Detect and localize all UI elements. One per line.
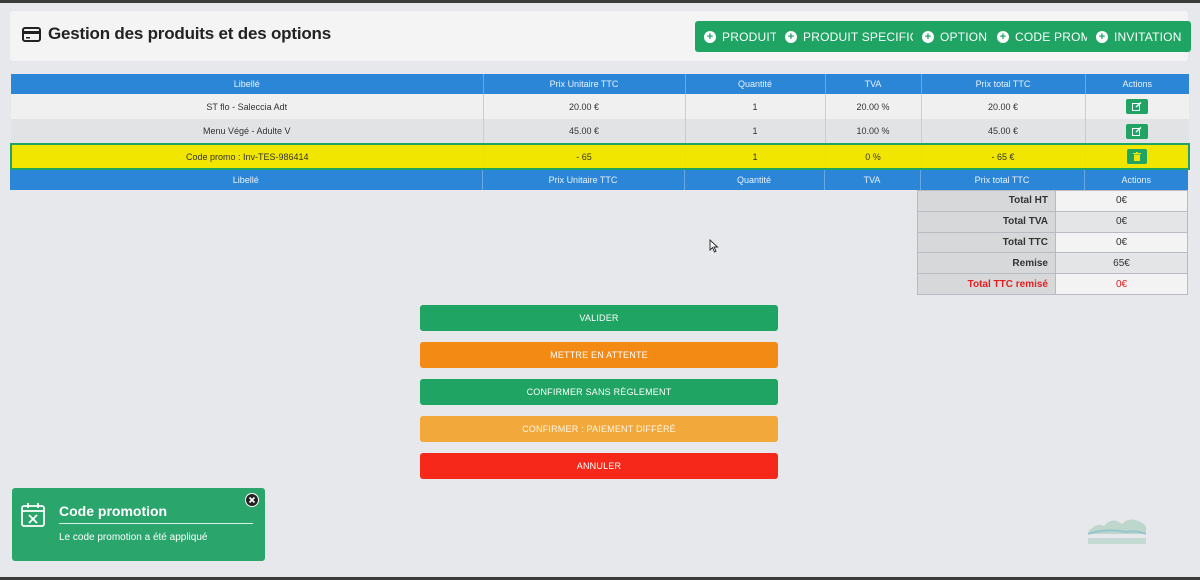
edit-icon [1132, 126, 1142, 136]
page-title: Gestion des produits et des options [48, 24, 331, 43]
total-ttc-remise-row: Total TTC remisé 0€ [917, 273, 1188, 295]
column-header[interactable]: Quantité [685, 74, 826, 94]
total-ttc-row: Total TTC 0€ [917, 231, 1188, 254]
total-value: 0€ [1055, 210, 1188, 233]
annuler-button[interactable]: ANNULER [420, 453, 778, 479]
total-value: 65€ [1055, 252, 1188, 275]
remise-row: Remise 65€ [917, 252, 1188, 275]
edit-icon [1132, 102, 1142, 111]
cell-prix-unitaire: 20.00 € [483, 94, 686, 119]
total-label: Remise [917, 252, 1056, 275]
edit-button[interactable] [1126, 99, 1149, 114]
column-header[interactable]: TVA [825, 74, 922, 94]
cell-actions [1085, 94, 1189, 119]
mettre-en-attente-button[interactable]: METTRE EN ATTENTE [420, 342, 778, 368]
add-invitation-button[interactable]: + INVITATION [1087, 21, 1191, 52]
total-tva-row: Total TVA 0€ [917, 210, 1188, 233]
total-label: Total HT [917, 190, 1056, 212]
plus-circle-icon: + [704, 30, 716, 43]
table-row: ST flo - Saleccia Adt 20.00 € 1 20.00 % … [11, 94, 1189, 119]
add-option-button[interactable]: + OPTION [913, 21, 997, 52]
valider-button[interactable]: VALIDER [420, 305, 778, 331]
total-label: Total TVA [917, 210, 1056, 233]
cell-quantite: 1 [685, 119, 826, 144]
toast-title: Code promotion [59, 503, 168, 519]
table-row: Menu Végé - Adulte V 45.00 € 1 10.00 % 4… [11, 119, 1189, 144]
products-table-footer: Libellé Prix Unitaire TTC Quantité TVA P… [10, 170, 1188, 190]
close-icon [246, 494, 258, 506]
trash-icon [1132, 152, 1141, 161]
confirmer-sans-reglement-button[interactable]: CONFIRMER SANS RÈGLEMENT [420, 379, 778, 405]
column-footer: TVA [824, 170, 921, 190]
cell-prix-unitaire: - 65 [483, 143, 686, 170]
mouse-cursor-icon [709, 238, 719, 258]
cell-tva: 20.00 % [825, 94, 922, 119]
total-value: 0€ [1055, 190, 1188, 212]
window-top-border [0, 0, 1200, 3]
cell-prix-total: 45.00 € [921, 119, 1086, 144]
column-footer: Libellé [10, 170, 483, 190]
cell-libelle: Code promo : Inv-TES-986414 [10, 143, 484, 170]
toast-notification: Code promotion Le code promotion a été a… [12, 488, 265, 561]
cell-actions [1085, 143, 1190, 170]
button-label: OPTION [940, 29, 988, 44]
cell-quantite: 1 [685, 143, 826, 170]
cell-libelle: Menu Végé - Adulte V [11, 119, 484, 144]
cell-prix-total: - 65 € [921, 143, 1086, 170]
totals-table: Total HT 0€ Total TVA 0€ Total TTC 0€ Re… [917, 190, 1188, 295]
page-header: Gestion des produits et des options + PR… [10, 11, 1191, 61]
button-label: PRODUIT [722, 29, 778, 44]
cell-tva: 10.00 % [825, 119, 922, 144]
brand-logo [1086, 512, 1148, 553]
plus-circle-icon: + [922, 30, 934, 43]
cell-prix-total: 20.00 € [921, 94, 1086, 119]
toast-message: Le code promotion a été appliqué [59, 532, 208, 543]
button-label: INVITATION [1114, 29, 1182, 44]
column-footer: Actions [1084, 170, 1188, 190]
total-label: Total TTC remisé [917, 273, 1056, 295]
table-footer-row: Libellé Prix Unitaire TTC Quantité TVA P… [10, 170, 1188, 190]
cell-libelle: ST flo - Saleccia Adt [11, 94, 484, 119]
column-footer: Prix Unitaire TTC [482, 170, 685, 190]
column-header[interactable]: Prix total TTC [921, 74, 1086, 94]
plus-circle-icon: + [1096, 30, 1108, 43]
cell-tva: 0 % [825, 143, 922, 170]
edit-button[interactable] [1126, 123, 1149, 139]
products-table: Libellé Prix Unitaire TTC Quantité TVA P… [10, 74, 1190, 170]
column-header[interactable]: Prix Unitaire TTC [483, 74, 686, 94]
confirmer-paiement-differe-button[interactable]: CONFIRMER : PAIEMENT DIFFÉRÉ [420, 416, 778, 442]
cell-prix-unitaire: 45.00 € [483, 119, 686, 144]
total-ht-row: Total HT 0€ [917, 190, 1188, 212]
column-footer: Prix total TTC [920, 170, 1085, 190]
cell-quantite: 1 [685, 94, 826, 119]
column-header[interactable]: Libellé [11, 74, 484, 94]
credit-card-icon [22, 27, 41, 47]
total-value: 0€ [1055, 273, 1188, 295]
cell-actions [1085, 119, 1189, 144]
plus-circle-icon: + [997, 30, 1009, 43]
column-footer: Quantité [684, 170, 825, 190]
total-label: Total TTC [917, 231, 1056, 254]
close-button[interactable] [245, 493, 259, 507]
add-produit-button[interactable]: + PRODUIT [695, 21, 787, 52]
plus-circle-icon: + [785, 30, 797, 43]
delete-button[interactable] [1126, 149, 1147, 164]
table-row-promo: Code promo : Inv-TES-986414 - 65 1 0 % -… [10, 143, 1190, 170]
total-value: 0€ [1055, 231, 1188, 254]
calendar-x-icon [20, 502, 46, 533]
column-header: Actions [1085, 74, 1189, 94]
table-header-row: Libellé Prix Unitaire TTC Quantité TVA P… [11, 74, 1189, 94]
toast-divider [59, 523, 253, 524]
